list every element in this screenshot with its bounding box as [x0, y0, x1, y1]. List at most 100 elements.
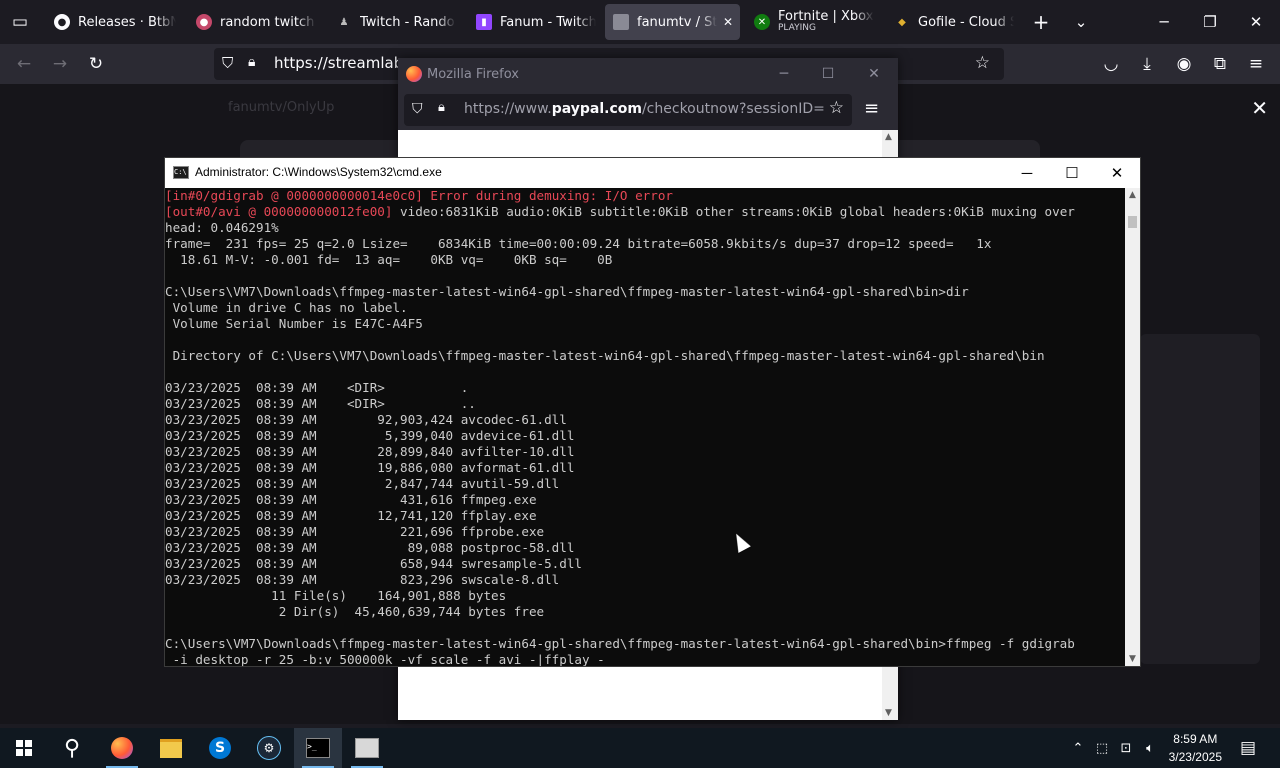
folder-icon [160, 738, 182, 758]
dir-listing-row: 03/23/2025 08:39 AM 823,296 swscale-8.dl… [165, 572, 560, 587]
clock[interactable]: 8:59 AM 3/23/2025 [1169, 730, 1222, 766]
tab-title: fanumtv / Streamlabs [637, 14, 717, 30]
tab-title: Releases · BtbN/FFmpeg-Builds [78, 14, 176, 30]
scroll-up-icon[interactable]: ▲ [1125, 188, 1140, 202]
taskbar-skype[interactable]: S [196, 728, 244, 768]
tab-title: Fortnite | Xbox Cloud Gaming [778, 9, 874, 23]
tab-fanum-twitch[interactable]: ▮ Fanum - Twitch [476, 0, 596, 44]
lock-icon[interactable]: 🔒︎ [438, 100, 445, 115]
console-line: frame= 231 fps= 25 q=2.0 Lsize= 6834KiB … [165, 236, 992, 251]
xbox-icon: ✕ [754, 14, 770, 30]
back-button[interactable]: ← [12, 52, 36, 76]
scroll-up-icon[interactable]: ▲ [885, 132, 892, 142]
dir-listing-row: 03/23/2025 08:39 AM 12,741,120 ffplay.ex… [165, 508, 537, 523]
firefox-view-icon[interactable]: ▭ [8, 10, 32, 34]
console-line: Volume Serial Number is E47C-A4F5 [165, 316, 423, 331]
scroll-down-icon[interactable]: ▼ [885, 708, 892, 718]
downloads-icon[interactable]: ⤓ [1135, 52, 1159, 76]
firefox-logo-icon [406, 66, 422, 82]
menu-icon[interactable]: ≡ [1244, 52, 1268, 76]
popup-url-field[interactable]: ⛉ 🔒︎ https://www.paypal.com/checkoutnow?… [404, 94, 852, 126]
console-line: C:\Users\VM7\Downloads\ffmpeg-master-lat… [165, 284, 969, 299]
command-prompt[interactable]: C:\Users\VM7\Downloads\ffmpeg-master-lat… [165, 636, 1075, 651]
reload-button[interactable]: ↻ [84, 52, 108, 76]
firefox-icon [111, 737, 133, 759]
lock-icon[interactable]: 🔒︎ [248, 54, 255, 70]
tab-title: Fanum - Twitch [500, 14, 596, 30]
restore-button[interactable]: ❐ [1187, 0, 1233, 44]
clock-time: 8:59 AM [1173, 732, 1218, 746]
dir-listing-row: 03/23/2025 08:39 AM 89,088 postproc-58.d… [165, 540, 575, 555]
close-modal-icon[interactable]: ✕ [1251, 96, 1268, 120]
taskbar-app[interactable] [343, 728, 391, 768]
dir-listing-row: 03/23/2025 08:39 AM 221,696 ffprobe.exe [165, 524, 545, 539]
console-output[interactable]: [in#0/gdigrab @ 0000000000014e0c0] Error… [165, 188, 1125, 666]
tab-fanumtv-streamlabs[interactable]: fanumtv / Streamlabs ✕ [605, 4, 740, 40]
popup-maximize-button[interactable]: ☐ [816, 64, 840, 84]
dir-listing-row: 03/23/2025 08:39 AM <DIR> .. [165, 396, 476, 411]
network-icon[interactable]: ⊡ [1114, 728, 1138, 768]
search-icon[interactable]: ⚲ [48, 728, 96, 768]
popup-minimize-button[interactable]: ─ [772, 64, 796, 84]
start-button[interactable] [0, 728, 48, 768]
cmd-icon: >_ [306, 738, 330, 758]
log-prefix: [out#0/avi @ 000000000012fe00] [165, 204, 401, 219]
dir-listing-row: 03/23/2025 08:39 AM 28,899,840 avfilter-… [165, 444, 575, 459]
console-line: Volume in drive C has no label. [165, 300, 408, 315]
shield-icon[interactable]: ⛉ [222, 54, 233, 72]
streamlabs-icon [613, 14, 629, 30]
tab-fortnite-xbox[interactable]: ✕ Fortnite | Xbox Cloud Gaming PLAYING [754, 0, 874, 44]
volume-icon[interactable]: 🔈︎ [1138, 728, 1162, 768]
side-panel [1140, 334, 1260, 664]
twitch-icon: ▮ [476, 14, 492, 30]
extensions-icon[interactable]: ⧉ [1208, 52, 1232, 76]
tab-gofile[interactable]: ◆ Gofile - Cloud Storage [894, 0, 1014, 44]
minimize-button[interactable]: ─ [1141, 0, 1187, 44]
popup-close-button[interactable]: ✕ [862, 64, 886, 84]
tab-twitch-random[interactable]: ♟ Twitch - Random Stream [336, 0, 456, 44]
gofile-icon: ◆ [898, 16, 906, 28]
cmd-close-button[interactable]: ✕ [1094, 158, 1140, 188]
list-all-tabs-button[interactable]: ⌄ [1058, 0, 1104, 44]
forward-button[interactable]: → [48, 52, 72, 76]
browser-tab-strip: ▭ ● Releases · BtbN/FFmpeg-Builds ● rand… [0, 0, 1280, 44]
tab-random-twitch-streamer[interactable]: ● random twitch streamer [196, 0, 316, 44]
cmd-minimize-button[interactable]: ─ [1004, 158, 1050, 188]
taskbar-steam[interactable]: ⚙ [245, 728, 293, 768]
command-input[interactable]: -i desktop -r 25 -b:v 500000k -vf scale … [165, 652, 605, 666]
url-prefix: https://www. [464, 101, 552, 117]
tab-close-icon[interactable]: ✕ [723, 15, 733, 29]
dir-listing-row: 03/23/2025 08:39 AM 2,847,744 avutil-59.… [165, 476, 560, 491]
popup-url-text[interactable]: https://www.paypal.com/checkoutnow?sessi… [464, 101, 824, 117]
error-message: Error during demuxing: I/O error [430, 188, 674, 203]
bookmark-star-icon[interactable]: ☆ [975, 53, 990, 73]
taskbar: ⚲ S ⚙ >_ ⌃ ⬚ ⊡ 🔈︎ 8:59 AM 3/23/2025 ▤ [0, 728, 1280, 768]
pocket-icon[interactable]: ◡ [1099, 52, 1123, 76]
cmd-maximize-button[interactable]: ☐ [1049, 158, 1095, 188]
tab-releases[interactable]: ● Releases · BtbN/FFmpeg-Builds [54, 0, 176, 44]
taskbar-firefox[interactable] [98, 728, 146, 768]
shield-icon[interactable]: ⛉ [412, 101, 423, 117]
cmd-scrollbar[interactable]: ▲ ▼ [1125, 188, 1140, 666]
close-window-button[interactable]: ✕ [1233, 0, 1279, 44]
show-hidden-icons[interactable]: ⌃ [1066, 728, 1090, 768]
tab-playing-label: PLAYING [778, 22, 816, 33]
console-line: Directory of C:\Users\VM7\Downloads\ffmp… [165, 348, 1045, 363]
dir-summary: 11 File(s) 164,901,888 bytes [165, 588, 507, 603]
popup-menu-icon[interactable]: ≡ [864, 98, 879, 119]
scroll-thumb[interactable] [1128, 216, 1137, 228]
console-line: head: 0.046291% [165, 220, 279, 235]
taskbar-file-explorer[interactable] [147, 728, 195, 768]
dir-listing-row: 03/23/2025 08:39 AM 431,616 ffmpeg.exe [165, 492, 537, 507]
url-path: /checkoutnow?sessionID=uid_b6c [641, 101, 824, 117]
bookmark-star-icon[interactable]: ☆ [829, 98, 844, 118]
tray-app-icon[interactable]: ⬚ [1090, 728, 1114, 768]
account-icon[interactable]: ◉ [1172, 52, 1196, 76]
cmd-icon: C:\ [173, 166, 189, 179]
scroll-down-icon[interactable]: ▼ [1125, 652, 1140, 666]
twitch-icon: ♟ [339, 16, 349, 28]
taskbar-cmd[interactable]: >_ [294, 728, 342, 768]
dir-listing-row: 03/23/2025 08:39 AM 5,399,040 avdevice-6… [165, 428, 575, 443]
popup-titlebar: Mozilla Firefox ─ ☐ ✕ [398, 58, 898, 90]
notifications-icon[interactable]: ▤ [1236, 728, 1260, 768]
